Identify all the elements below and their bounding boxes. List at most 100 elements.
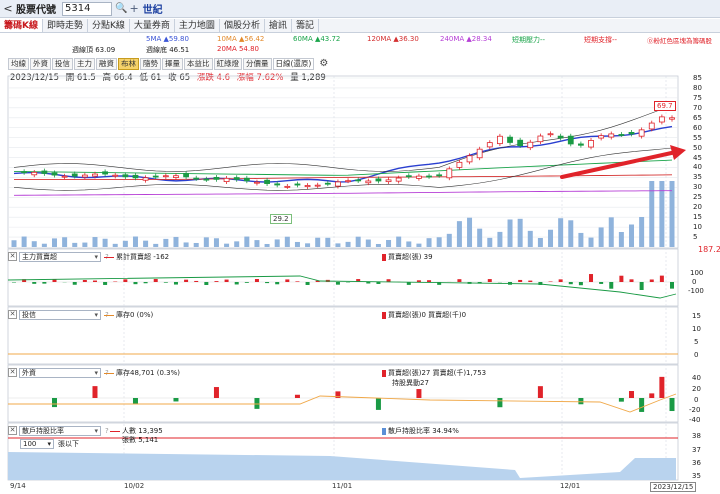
panel1-selector[interactable]: 主力買賣超: [19, 251, 101, 262]
high-price-label: 69.7: [654, 101, 676, 111]
gear-icon[interactable]: ⚙: [319, 58, 328, 70]
price-tick: 40: [693, 163, 702, 172]
candle-body: [284, 185, 291, 188]
flow-bar: [244, 282, 249, 283]
close-icon[interactable]: ✕: [8, 368, 17, 377]
flow-bar: [22, 279, 27, 282]
candle-body: [71, 173, 78, 177]
volume-bar: [456, 221, 462, 247]
panel3-axis-40: 40: [692, 374, 701, 382]
flow-bar: [184, 279, 189, 282]
candle-body: [324, 182, 331, 185]
candle-body: [173, 175, 179, 179]
toolbar-button-0[interactable]: 均線: [8, 58, 29, 70]
panel2-selector[interactable]: 投信: [19, 309, 101, 320]
flow-bar: [356, 279, 361, 282]
stock-code-label: 股票代號: [16, 5, 56, 16]
toolbar-button-3[interactable]: 主力: [74, 58, 95, 70]
trend-arrow: [560, 150, 678, 179]
price-tick: 60: [693, 123, 702, 132]
volume-bar: [315, 237, 321, 247]
panel4-axis-38: 38: [692, 432, 701, 440]
close-icon[interactable]: ✕: [8, 310, 17, 319]
trend-arrow-head: [670, 145, 686, 160]
candle-body: [669, 117, 675, 120]
stock-code-input[interactable]: 5314: [62, 1, 112, 16]
search-icon[interactable]: 🔍: [115, 3, 127, 14]
flow-bar: [427, 280, 432, 282]
foreign-bar: [497, 398, 503, 408]
foreign-bar: [649, 393, 655, 398]
volume-bar: [527, 230, 533, 247]
candle-body: [507, 136, 513, 143]
candle-body: [31, 171, 38, 176]
tab-0[interactable]: 籌碼K線: [0, 19, 43, 32]
volume-bar: [163, 238, 169, 247]
candle-body: [577, 143, 584, 146]
main-force-panel: [7, 274, 678, 299]
flow-bar: [366, 282, 371, 284]
candle-body: [395, 177, 402, 182]
volume-bar: [244, 236, 250, 247]
candle-body: [446, 168, 453, 179]
toolbar-button-5[interactable]: 布林: [118, 58, 139, 70]
tab-5[interactable]: 個股分析: [220, 19, 265, 32]
tab-4[interactable]: 主力地圖: [175, 19, 220, 32]
volume-bar: [62, 237, 68, 247]
panel2-line-legend: 庫存0 (0%): [104, 310, 153, 320]
candle-body: [567, 135, 574, 145]
tab-7[interactable]: 籌記: [292, 19, 319, 32]
toolbar-button-6[interactable]: 隨勢: [140, 58, 161, 70]
volume-bar: [467, 217, 473, 247]
toolbar-button-9[interactable]: 紅綠燈: [213, 58, 242, 70]
panel2-header: ✕ 投信 ?: [8, 309, 109, 320]
price-tick: 70: [693, 103, 702, 112]
tab-3[interactable]: 大量券商: [130, 19, 175, 32]
panel2-axis-15: 15: [692, 312, 701, 320]
quote-open: 開 61.5: [65, 73, 96, 83]
flow-bar: [295, 281, 300, 282]
foreign-bar: [618, 398, 624, 402]
toolbar-button-7[interactable]: 擇量: [162, 58, 183, 70]
back-icon[interactable]: <: [2, 2, 14, 15]
notice-text[interactable]: ⓪粉紅色區塊為籌碼股: [647, 35, 712, 45]
candle-body: [557, 135, 564, 139]
price-tick: 30: [693, 183, 702, 192]
grid-lines: [7, 75, 679, 481]
toolbar-button-1[interactable]: 外資: [30, 58, 51, 70]
ma-line-5ma: [13, 125, 673, 183]
period-dropdown[interactable]: 日線(還原): [272, 58, 315, 70]
legend-short-resist: 短期壓力--: [512, 36, 546, 44]
volume-bar: [224, 243, 230, 247]
volume-bar: [436, 237, 442, 247]
tab-6[interactable]: 搶訊: [265, 19, 292, 32]
panel2-axis-10: 10: [692, 325, 701, 333]
panel1-axis-100: 100: [690, 269, 704, 277]
candle-body: [92, 173, 98, 177]
tab-1[interactable]: 即時走勢: [43, 19, 88, 32]
toolbar-button-4[interactable]: 融資: [96, 58, 117, 70]
toolbar-button-2[interactable]: 投信: [52, 58, 73, 70]
toolbar-button-8[interactable]: 本益比: [184, 58, 213, 70]
flow-bar: [42, 282, 47, 284]
flow-bar: [639, 282, 644, 290]
candle-body: [61, 175, 68, 178]
panel3-selector[interactable]: 外資: [19, 367, 101, 378]
candle-body: [658, 116, 665, 123]
moving-average-lines: [13, 105, 673, 196]
close-icon[interactable]: ✕: [8, 252, 17, 261]
foreign-bar: [669, 398, 675, 412]
panel4-selector[interactable]: 散戶持股比率: [19, 425, 101, 436]
volume-bar: [375, 243, 381, 247]
tab-2[interactable]: 分點K線: [88, 19, 130, 32]
candle-body: [588, 140, 594, 148]
close-icon[interactable]: ✕: [8, 426, 17, 435]
size-select[interactable]: 100: [20, 439, 54, 449]
volume-bar: [72, 242, 78, 247]
flow-bar: [204, 282, 209, 285]
toolbar-button-10[interactable]: 分價量: [243, 58, 272, 70]
candle-body: [405, 175, 412, 178]
add-icon[interactable]: +: [129, 2, 138, 15]
help-icon[interactable]: ?: [105, 427, 109, 435]
foreign-bar: [173, 398, 179, 402]
